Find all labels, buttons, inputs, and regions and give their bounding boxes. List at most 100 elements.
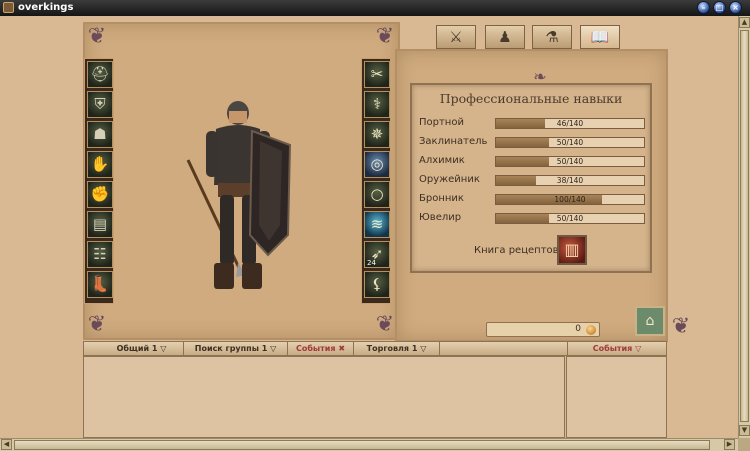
skill-value: 50/140 (556, 214, 584, 223)
chat-tab-trade[interactable]: Торговля 1 ▽ (354, 342, 440, 355)
coin-icon (586, 325, 596, 335)
item-count: 24 (367, 259, 376, 267)
shoulder-armor-icon: ⛨ (94, 95, 106, 113)
chat-tab-bar: Общий 1 ▽ Поиск группы 1 ▽ События ✖ Тор… (83, 341, 667, 356)
ring-icon: ◎ (370, 155, 384, 173)
gold-value: 0 (575, 324, 581, 334)
claw-icon: ⚸ (371, 275, 383, 293)
skill-row: Оружейник 38/140 (419, 174, 647, 188)
skill-name: Заклинатель (419, 136, 488, 147)
skills-title: Профессиональные навыки (439, 91, 623, 106)
corner-ornament: ❦ (87, 312, 107, 337)
skill-value: 100/140 (554, 195, 586, 204)
skill-name: Оружейник (419, 174, 480, 185)
recipe-book-label: Книга рецептов (474, 245, 559, 256)
chat-side-tab-events[interactable]: События ▽ (567, 342, 666, 355)
skill-progress-bar: 38/140 (495, 175, 645, 186)
corner-ornament: ❦ (87, 24, 107, 49)
scroll-left-icon[interactable]: ◀ (1, 439, 12, 450)
chat-message-area[interactable] (83, 356, 565, 438)
boots-icon: 👢 (90, 275, 110, 293)
portal-icon: ⌂ (645, 313, 655, 329)
chat-side-panel[interactable] (566, 356, 667, 438)
leg-armor-icon: ☷ (93, 245, 107, 263)
trinket-slot[interactable]: ⚸ (364, 271, 390, 298)
skill-progress-bar: 50/140 (495, 213, 645, 224)
charm-slot[interactable]: ≋ (364, 211, 390, 238)
skill-row: Бронник 100/140 (419, 193, 647, 207)
left-equipment-column: ⛑ ⛨ ☗ ✋ ✊ ▤ ☷ 👢 (84, 58, 114, 304)
window-title-bar: overkings – □ × (0, 0, 750, 16)
arrows-slot[interactable]: ➶ 24 (364, 241, 390, 268)
skill-row: Алхимик 50/140 (419, 155, 647, 169)
character-model (186, 101, 292, 289)
helmet-slot[interactable]: ⛑ (87, 61, 113, 88)
chevron-down-icon: ▽ (160, 344, 167, 353)
skill-name: Бронник (419, 193, 464, 204)
skill-value: 38/140 (556, 176, 584, 185)
scroll-down-icon[interactable]: ▼ (739, 425, 750, 436)
app-icon (3, 2, 14, 13)
skill-value: 50/140 (556, 138, 584, 147)
horizontal-scrollbar[interactable]: ◀ ▶ (0, 438, 738, 451)
vertical-scrollbar[interactable]: ▲ ▼ (738, 16, 750, 438)
close-icon[interactable]: ✖ (338, 344, 345, 353)
skill-progress-bar: 100/140 (495, 194, 645, 205)
chat-tab-group-search[interactable]: Поиск группы 1 ▽ (184, 342, 288, 355)
window-title: overkings (18, 2, 74, 13)
maximize-button[interactable]: □ (713, 1, 726, 14)
book-icon: 📖 (590, 28, 610, 46)
skill-progress-bar: 50/140 (495, 137, 645, 148)
skill-row: Ювелир 50/140 (419, 212, 647, 226)
minimize-button[interactable]: – (697, 1, 710, 14)
skill-name: Ювелир (419, 212, 462, 223)
ring-icon: ○ (370, 185, 384, 203)
bracers-icon: ✋ (90, 155, 110, 173)
ring2-slot[interactable]: ○ (364, 181, 390, 208)
gold-counter: 0 (486, 322, 600, 337)
chest-slot[interactable]: ☗ (87, 121, 113, 148)
scrollbar-corner (738, 438, 750, 451)
portal-button[interactable]: ⌂ (635, 306, 665, 336)
scroll-right-icon[interactable]: ▶ (724, 439, 735, 450)
gloves-slot[interactable]: ✊ (87, 181, 113, 208)
chevron-down-icon: ▽ (420, 344, 427, 353)
rune-slot[interactable]: ✵ (364, 121, 390, 148)
skill-value: 46/140 (556, 119, 584, 128)
rune-icon: ✵ (370, 125, 384, 143)
skill-value: 50/140 (556, 157, 584, 166)
vertical-scroll-thumb[interactable] (740, 30, 749, 422)
chevron-down-icon: ▽ (270, 344, 277, 353)
amulet-icon: ⚕ (372, 95, 382, 113)
boots-slot[interactable]: 👢 (87, 271, 113, 298)
recipe-book-button[interactable]: ▥ (557, 235, 587, 265)
skill-progress-bar: 46/140 (495, 118, 645, 129)
close-button[interactable]: × (729, 1, 742, 14)
wave-charm-icon: ≋ (370, 215, 384, 233)
corner-ornament: ❦ (671, 314, 691, 339)
arms-slot[interactable]: ✋ (87, 151, 113, 178)
chevron-down-icon: ▽ (635, 344, 642, 353)
skill-name: Портной (419, 117, 464, 128)
tab-alchemy[interactable]: ⚗ (532, 25, 572, 49)
skill-row: Заклинатель 50/140 (419, 136, 647, 150)
helmet-icon: ⛑ (90, 65, 110, 83)
ring1-slot[interactable]: ◎ (364, 151, 390, 178)
tab-professions[interactable]: 📖 (580, 25, 620, 49)
chat-tab-general[interactable]: Общий 1 ▽ (100, 342, 184, 355)
chat-tab-events[interactable]: События ✖ (288, 342, 354, 355)
party-icon: ♟ (498, 28, 512, 46)
legs-slot[interactable]: ☷ (87, 241, 113, 268)
gloves-icon: ✊ (90, 185, 110, 203)
amulet-slot[interactable]: ⚕ (364, 91, 390, 118)
weapon-slot[interactable]: ✂ (364, 61, 390, 88)
belt-slot[interactable]: ▤ (87, 211, 113, 238)
scroll-up-icon[interactable]: ▲ (739, 17, 750, 28)
crossed-swords-icon: ⚔ (449, 28, 463, 46)
horizontal-scroll-thumb[interactable] (14, 440, 710, 450)
tab-party[interactable]: ♟ (485, 25, 525, 49)
book-icon: ▥ (564, 240, 580, 259)
skill-progress-bar: 50/140 (495, 156, 645, 167)
tab-combat[interactable]: ⚔ (436, 25, 476, 49)
shoulders-slot[interactable]: ⛨ (87, 91, 113, 118)
